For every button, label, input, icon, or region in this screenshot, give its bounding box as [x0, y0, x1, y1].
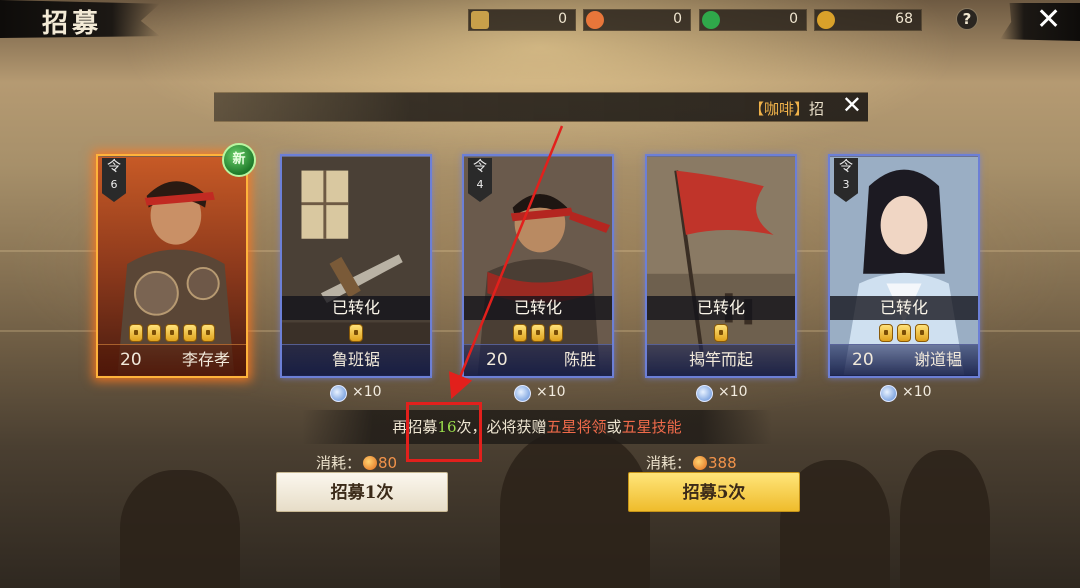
- star-icon: [201, 324, 215, 342]
- recruit-token-icon: [880, 385, 897, 402]
- soldier-silhouette: [900, 450, 990, 588]
- card-footer: 鲁班锯: [282, 344, 430, 376]
- currency-value: 0: [558, 11, 567, 27]
- recruit-once-button[interactable]: 招募1次: [276, 472, 448, 512]
- skill-card-luban-saw[interactable]: 已转化 鲁班锯: [280, 154, 432, 378]
- page-title: 招募: [42, 9, 103, 39]
- recruit-five-button[interactable]: 招募5次: [628, 472, 800, 512]
- notice-reward-hero: 五星将领: [546, 418, 607, 436]
- skill-card-uprising[interactable]: 已转化 揭竿而起: [645, 154, 797, 378]
- token-label: 令: [107, 159, 121, 175]
- star-rating: [98, 324, 246, 346]
- hero-card-li-cunxiao[interactable]: 令 6 20 李存孝: [96, 154, 248, 378]
- hero-card-chen-sheng[interactable]: 令 4 已转化 20 陈胜: [462, 154, 614, 378]
- currency-jade-orange: 0: [583, 9, 691, 31]
- hero-card-xie-daoyun[interactable]: 令 3 已转化 20 谢道韫: [828, 154, 980, 378]
- close-icon[interactable]: ✕: [1036, 4, 1061, 36]
- conversion-reward: ×10: [514, 383, 634, 405]
- star-icon: [549, 324, 563, 342]
- card-footer: 20 李存孝: [98, 344, 246, 376]
- cost-value: 80: [378, 454, 398, 472]
- card-footer: 揭竿而起: [647, 344, 795, 376]
- star-icon: [349, 324, 363, 342]
- pity-progress-notice: 再招募16次，必将获赠五星将领或五星技能: [302, 410, 772, 444]
- marquee-text: 【咖啡】招: [749, 98, 824, 119]
- converted-label: 已转化: [647, 296, 795, 320]
- reward-count: ×10: [902, 384, 932, 400]
- reward-count: ×10: [352, 384, 382, 400]
- notice-reward-skill: 五星技能: [621, 418, 682, 436]
- gold-coin-icon: [817, 11, 835, 29]
- recruit-token-icon: [330, 385, 347, 402]
- star-icon: [147, 324, 161, 342]
- converted-label: 已转化: [830, 296, 978, 320]
- cost-label: 消耗：: [316, 454, 362, 472]
- recruit-token-icon: [696, 385, 713, 402]
- order-token: 令 6: [102, 158, 126, 202]
- card-footer: 20 谢道韫: [830, 344, 978, 376]
- hero-level: 20: [120, 350, 142, 370]
- hero-name: 李存孝: [181, 350, 230, 369]
- hero-level: 20: [852, 350, 874, 370]
- order-token: 令 3: [834, 158, 858, 202]
- star-rating: [830, 324, 978, 346]
- recruit-token-icon: [514, 385, 531, 402]
- card-footer: 20 陈胜: [464, 344, 612, 376]
- star-rating: [647, 324, 795, 346]
- marquee-tail: 招: [808, 100, 824, 118]
- reward-count: ×10: [718, 384, 748, 400]
- currency-value: 68: [895, 11, 913, 27]
- cost-label: 消耗：: [646, 454, 692, 472]
- conversion-reward: ×10: [880, 383, 1000, 405]
- currency-token-scroll: 0: [468, 9, 576, 31]
- currency-jade-green: 0: [699, 9, 807, 31]
- currency-gold-coin: 68: [814, 9, 922, 31]
- token-number: 4: [476, 178, 484, 191]
- order-token: 令 4: [468, 158, 492, 202]
- notice-or: 或: [606, 418, 622, 436]
- hero-name: 陈胜: [563, 350, 596, 369]
- jade-orange-icon: [363, 456, 378, 470]
- star-icon: [897, 324, 911, 342]
- soldier-silhouette: [120, 470, 240, 588]
- currency-value: 0: [673, 11, 682, 27]
- annotation-highlight-box: [406, 402, 482, 462]
- star-icon: [915, 324, 929, 342]
- cost-value: 388: [708, 454, 737, 472]
- skill-name: 揭竿而起: [688, 350, 753, 369]
- star-icon: [714, 324, 728, 342]
- token-scroll-icon: [471, 11, 489, 29]
- jade-orange-icon: [586, 11, 604, 29]
- jade-green-icon: [702, 11, 720, 29]
- marquee-close-icon[interactable]: ✕: [842, 91, 862, 119]
- star-icon: [165, 324, 179, 342]
- star-icon: [513, 324, 527, 342]
- star-icon: [879, 324, 893, 342]
- hero-level: 20: [486, 350, 508, 370]
- announcement-marquee: 【咖啡】招 ✕: [214, 91, 868, 122]
- converted-label: 已转化: [464, 296, 612, 320]
- token-label: 令: [839, 159, 853, 175]
- star-icon: [531, 324, 545, 342]
- token-number: 3: [842, 178, 850, 191]
- token-number: 6: [110, 178, 118, 191]
- star-rating: [282, 324, 430, 346]
- jade-orange-icon: [693, 456, 708, 470]
- hero-name: 谢道韫: [913, 350, 962, 369]
- skill-name: 鲁班锯: [331, 350, 380, 369]
- currency-value: 0: [789, 11, 798, 27]
- conversion-reward: ×10: [696, 383, 816, 405]
- help-button[interactable]: ?: [956, 8, 978, 30]
- recruit-once-cost: 消耗： 80: [316, 452, 397, 473]
- converted-label: 已转化: [282, 296, 430, 320]
- star-rating: [464, 324, 612, 346]
- token-label: 令: [473, 159, 487, 175]
- marquee-highlight: 【咖啡】: [748, 100, 809, 118]
- star-icon: [129, 324, 143, 342]
- new-badge-icon: 新: [222, 143, 256, 177]
- recruit-five-cost: 消耗： 388: [646, 452, 737, 473]
- star-icon: [183, 324, 197, 342]
- reward-count: ×10: [536, 384, 566, 400]
